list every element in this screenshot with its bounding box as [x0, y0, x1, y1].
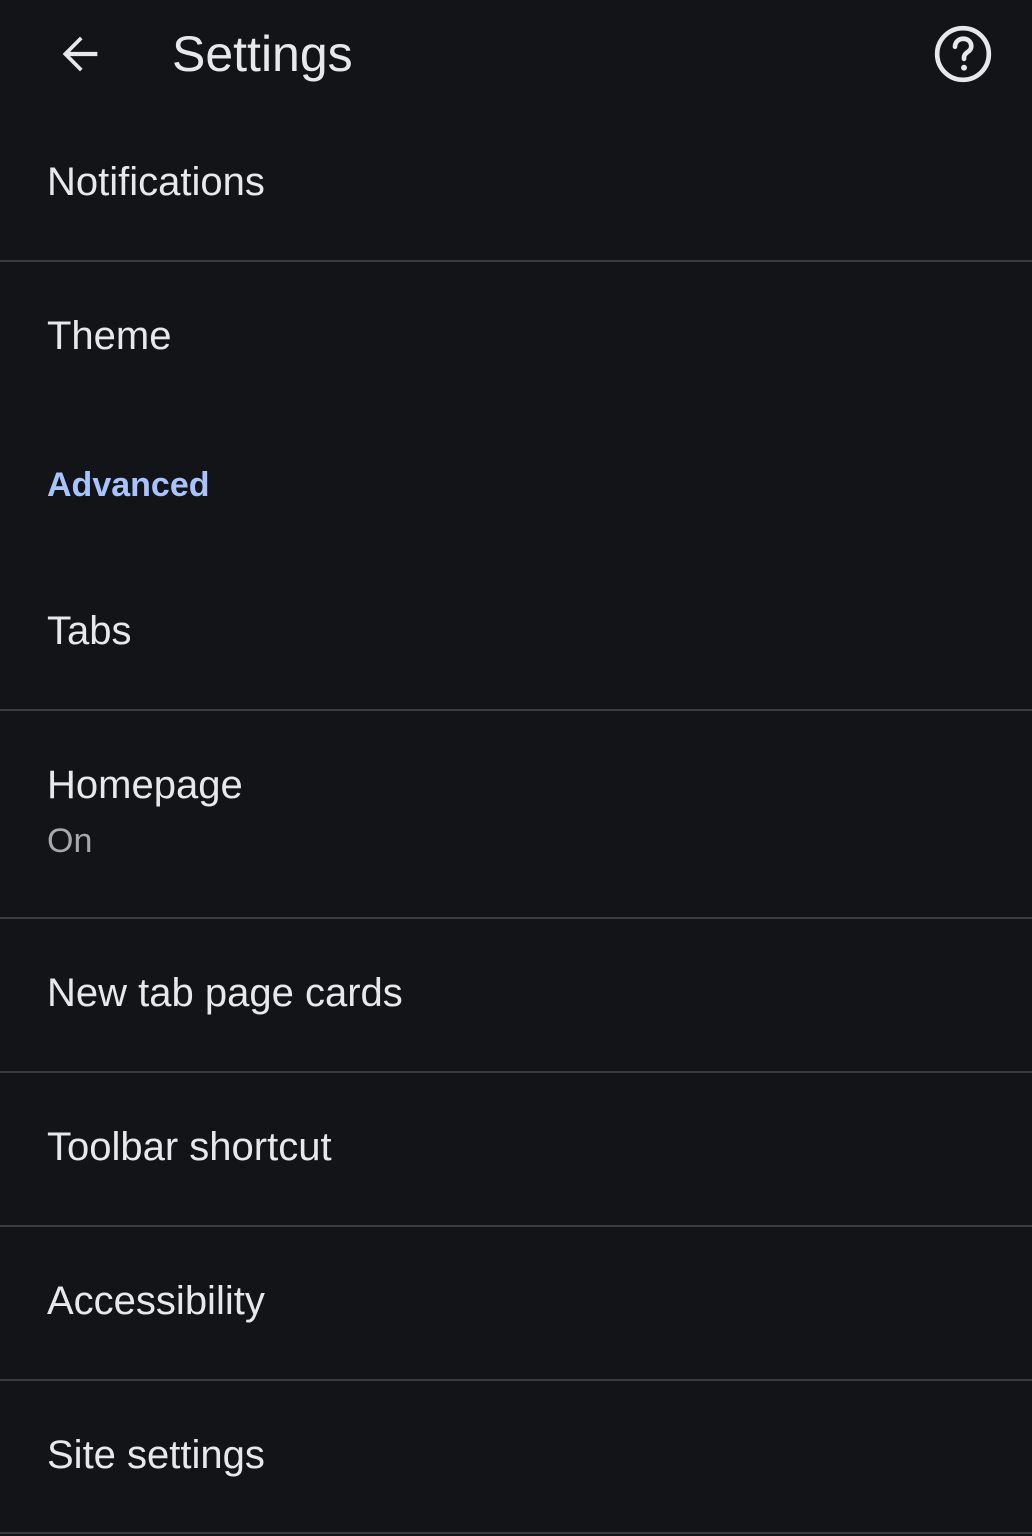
settings-item-new-tab-page-cards[interactable]: New tab page cards — [0, 971, 1032, 1016]
back-button[interactable] — [46, 22, 114, 86]
page-title: Settings — [172, 26, 353, 82]
settings-item-theme[interactable]: Theme — [0, 314, 1032, 359]
help-button[interactable] — [928, 22, 998, 86]
settings-item-label: Homepage — [47, 763, 243, 807]
section-header-advanced: Advanced — [47, 466, 210, 504]
settings-item-label: Notifications — [47, 160, 265, 204]
settings-item-site-settings[interactable]: Site settings — [0, 1433, 1032, 1478]
top-app-bar: Settings — [0, 0, 1032, 108]
settings-item-label: Tabs — [47, 609, 132, 653]
divider — [0, 917, 1032, 919]
settings-item-homepage[interactable]: Homepage On — [0, 763, 1032, 861]
settings-item-notifications[interactable]: Notifications — [0, 160, 1032, 205]
settings-screen: Settings Notifications Theme Advanced Ta… — [0, 0, 1032, 1536]
divider — [0, 1225, 1032, 1227]
help-circle-icon — [934, 25, 992, 83]
divider — [0, 709, 1032, 711]
settings-item-label: New tab page cards — [47, 971, 403, 1015]
settings-item-label: Site settings — [47, 1433, 265, 1477]
settings-item-accessibility[interactable]: Accessibility — [0, 1279, 1032, 1324]
arrow-back-icon — [62, 36, 98, 72]
divider — [0, 1379, 1032, 1381]
settings-item-label: Accessibility — [47, 1279, 265, 1323]
settings-item-label: Theme — [47, 314, 172, 358]
divider — [0, 260, 1032, 262]
settings-item-toolbar-shortcut[interactable]: Toolbar shortcut — [0, 1125, 1032, 1170]
divider — [0, 1532, 1032, 1534]
settings-item-label: Toolbar shortcut — [47, 1125, 332, 1169]
divider — [0, 1071, 1032, 1073]
settings-item-summary: On — [47, 822, 93, 860]
settings-item-tabs[interactable]: Tabs — [0, 609, 1032, 654]
